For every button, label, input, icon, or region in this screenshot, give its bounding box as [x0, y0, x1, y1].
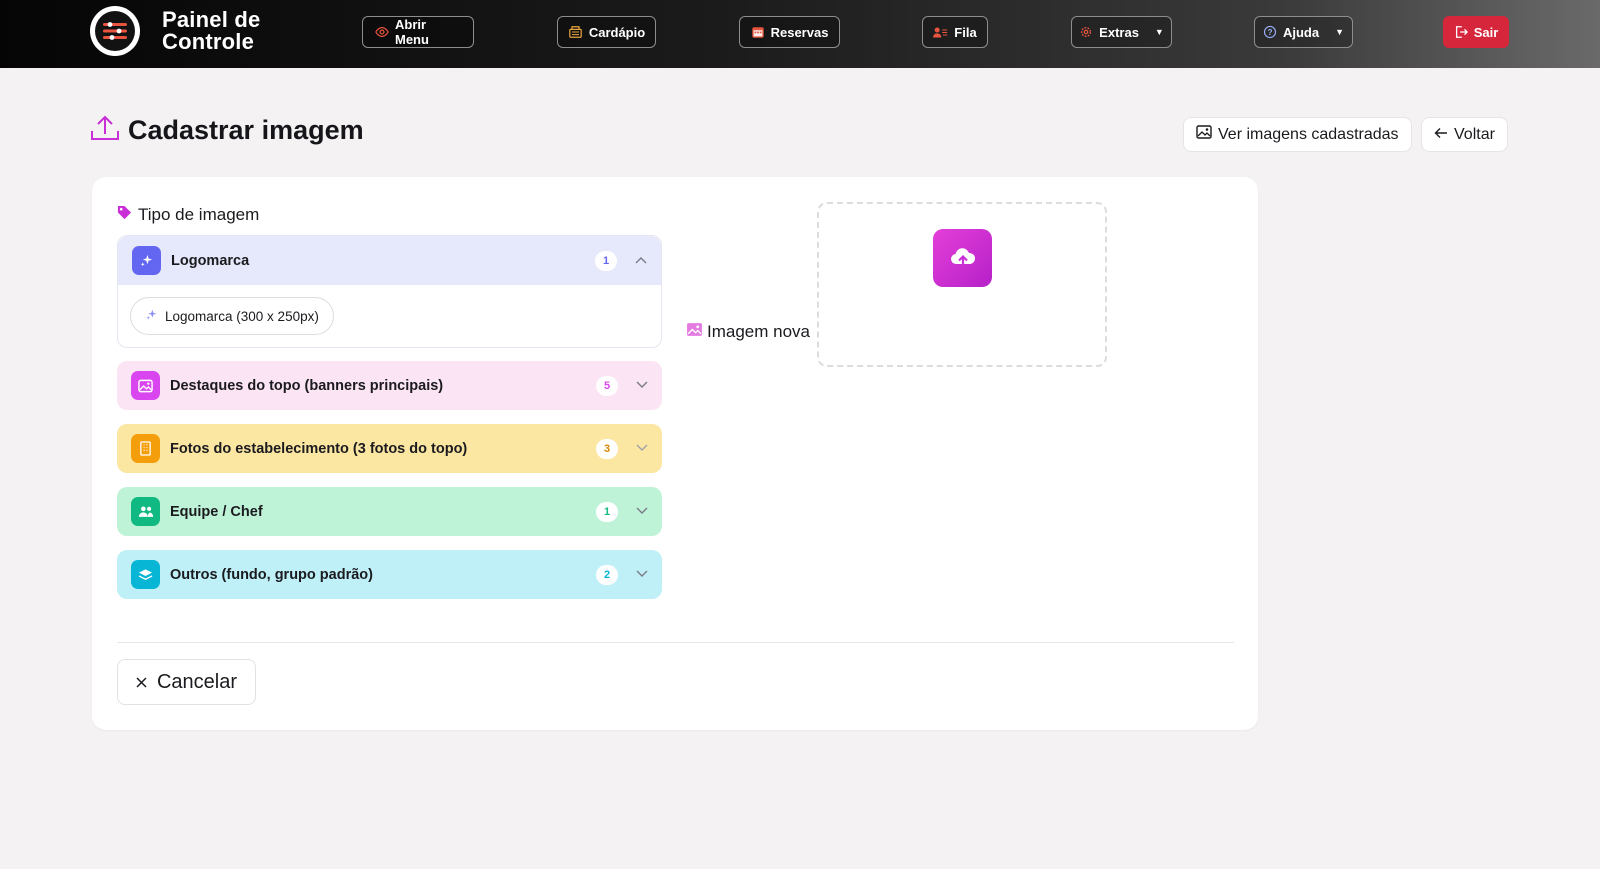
- nav-fila-button[interactable]: Fila: [922, 16, 988, 48]
- eye-icon: [375, 25, 389, 39]
- group-outros-label: Outros (fundo, grupo padrão): [170, 566, 373, 583]
- people-queue-icon: [933, 26, 948, 39]
- view-images-button[interactable]: Ver imagens cadastradas: [1183, 117, 1412, 152]
- image-dropzone[interactable]: [817, 202, 1107, 367]
- brand-title: Painel de Controle: [162, 7, 261, 54]
- top-navbar: Painel de Controle Abrir Menu Cardápio R…: [0, 0, 1600, 68]
- nav-cardapio-label: Cardápio: [588, 24, 646, 40]
- new-image-label: Imagem nova: [707, 322, 810, 341]
- nav-extras-dropdown[interactable]: Extras ▼: [1071, 16, 1172, 48]
- group-destaques: Destaques do topo (banners principais) 5: [117, 361, 662, 410]
- upload-icon: [90, 114, 120, 147]
- nav-fila-label: Fila: [954, 24, 977, 40]
- group-fotos-header[interactable]: Fotos do estabelecimento (3 fotos do top…: [117, 424, 662, 473]
- cancel-button[interactable]: Cancelar: [117, 659, 256, 705]
- count-badge: 3: [596, 439, 618, 459]
- group-logomarca-label: Logomarca: [171, 252, 250, 269]
- new-image-heading: Imagem nova: [686, 322, 810, 342]
- nav-ajuda-label: Ajuda: [1282, 24, 1320, 40]
- nav-abrir-menu-label: Abrir Menu: [395, 17, 429, 47]
- help-circle-icon: ?: [1263, 25, 1277, 39]
- back-button[interactable]: Voltar: [1421, 117, 1508, 152]
- sparkles-icon: [132, 246, 161, 275]
- nav-sair-label: Sair: [1473, 24, 1499, 40]
- nav-sair-button[interactable]: Sair: [1443, 16, 1509, 48]
- count-badge: 1: [596, 502, 618, 522]
- close-icon: [136, 671, 147, 694]
- count-badge: 5: [596, 376, 618, 396]
- calendar-icon: [751, 25, 765, 39]
- image-gallery-icon: [1196, 125, 1212, 144]
- count-badge: 1: [595, 251, 617, 271]
- image-icon: [686, 322, 703, 342]
- page-title: Cadastrar imagem: [128, 115, 364, 145]
- layers-icon: [131, 560, 160, 589]
- gear-icon: [1079, 25, 1093, 39]
- group-fotos-estabelecimento: Fotos do estabelecimento (3 fotos do top…: [117, 424, 662, 473]
- sparkles-icon: [145, 308, 158, 324]
- cancel-label: Cancelar: [156, 670, 238, 693]
- option-label: Logomarca (300 x 250px): [165, 308, 319, 324]
- image-type-label: Tipo de imagem: [138, 205, 260, 224]
- nav-reservas-label: Reservas: [770, 24, 829, 40]
- menu-book-icon: [568, 25, 583, 39]
- nav-ajuda-dropdown[interactable]: ? Ajuda ▼: [1254, 16, 1353, 48]
- tag-icon: [117, 205, 132, 225]
- view-images-label: Ver imagens cadastradas: [1218, 125, 1399, 143]
- brand-logo-icon: [90, 6, 140, 56]
- group-equipe-header[interactable]: Equipe / Chef 1: [117, 487, 662, 536]
- chevron-down-icon: [636, 441, 648, 455]
- chevron-down-icon: ▼: [1335, 27, 1345, 37]
- group-destaques-label: Destaques do topo (banners principais): [170, 377, 444, 394]
- chevron-up-icon: [635, 253, 647, 267]
- building-icon: [131, 434, 160, 463]
- nav-abrir-menu-button[interactable]: Abrir Menu: [362, 16, 474, 48]
- group-outros: Outros (fundo, grupo padrão) 2: [117, 550, 662, 599]
- group-logomarca: Logomarca 1 Logomarca (300 x 250px): [117, 235, 662, 348]
- group-outros-header[interactable]: Outros (fundo, grupo padrão) 2: [117, 550, 662, 599]
- nav-reservas-button[interactable]: Reservas: [739, 16, 840, 48]
- group-destaques-header[interactable]: Destaques do topo (banners principais) 5: [117, 361, 662, 410]
- arrow-left-icon: [1434, 126, 1448, 144]
- upload-form-card: Tipo de imagem Logomarca 1 Logomarca (30…: [92, 177, 1258, 730]
- chevron-down-icon: ▼: [1154, 27, 1164, 37]
- logout-icon: [1454, 25, 1468, 39]
- svg-text:?: ?: [1268, 28, 1273, 37]
- count-badge: 2: [596, 565, 618, 585]
- cloud-upload-icon[interactable]: [933, 229, 992, 287]
- people-icon: [131, 497, 160, 526]
- image-type-heading: Tipo de imagem: [117, 205, 259, 225]
- option-logomarca-300x250[interactable]: Logomarca (300 x 250px): [130, 297, 334, 335]
- group-logomarca-header[interactable]: Logomarca 1: [118, 236, 661, 285]
- divider: [117, 642, 1234, 643]
- back-label: Voltar: [1454, 125, 1495, 143]
- chevron-down-icon: [636, 567, 648, 581]
- image-icon: [131, 371, 160, 400]
- page-header: Cadastrar imagem: [90, 114, 364, 147]
- group-equipe-label: Equipe / Chef: [170, 503, 263, 520]
- chevron-down-icon: [636, 504, 648, 518]
- nav-extras-label: Extras: [1099, 24, 1139, 40]
- chevron-down-icon: [636, 378, 648, 392]
- group-equipe-chef: Equipe / Chef 1: [117, 487, 662, 536]
- nav-cardapio-button[interactable]: Cardápio: [557, 16, 656, 48]
- group-fotos-label: Fotos do estabelecimento (3 fotos do top…: [170, 440, 468, 457]
- brand[interactable]: Painel de Controle: [90, 6, 272, 56]
